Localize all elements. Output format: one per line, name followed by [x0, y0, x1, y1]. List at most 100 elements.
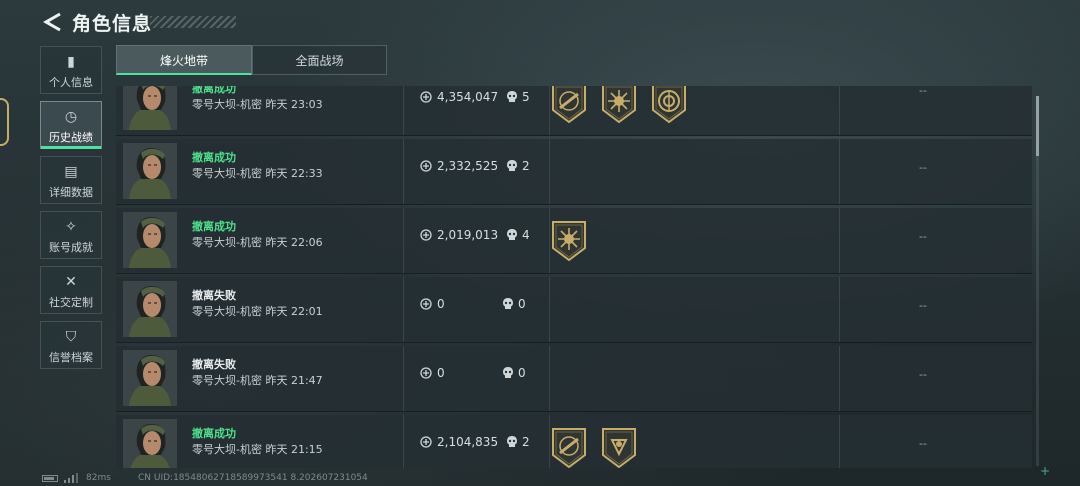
map-and-time: 零号大坝-机密 昨天 21:47: [192, 372, 323, 388]
side-accent-marker: [0, 98, 9, 146]
column-divider: [403, 277, 404, 342]
map-and-time: 零号大坝-机密 昨天 21:15: [192, 441, 323, 457]
asset-value: 2,019,013: [437, 228, 499, 242]
extraction-status: 撤离成功: [192, 220, 236, 233]
match-time: 昨天 22:06: [265, 236, 323, 249]
skull-icon: [507, 160, 517, 171]
kill-count: 0: [518, 366, 526, 380]
match-record-row[interactable]: 撤离成功 零号大坝-机密 昨天 22:33 2,332,525 2 --: [116, 139, 1032, 205]
map-and-time: 零号大坝-机密 昨天 22:01: [192, 303, 323, 319]
sun-badge-icon[interactable]: [600, 86, 638, 124]
extraction-status: 撤离失败: [192, 358, 236, 371]
page-title: 角色信息: [72, 13, 153, 35]
match-time: 昨天 22:33: [265, 167, 323, 180]
sidebar-item-2[interactable]: ▤ 详细数据: [40, 156, 102, 204]
achievement-icon: ✧: [65, 219, 77, 235]
shield-icon: ⛉: [65, 329, 77, 345]
back-arrow-icon[interactable]: [40, 11, 64, 33]
battery-icon: [42, 475, 58, 482]
tab-fenghuo[interactable]: 烽火地带: [116, 45, 252, 75]
asset-value-icon: [420, 160, 432, 172]
folder-icon: ▤: [64, 164, 78, 180]
bar-chart-icon: ▮: [67, 54, 75, 70]
match-time: 昨天 22:01: [265, 305, 323, 318]
operator-avatar: [123, 86, 177, 130]
map-and-time: 零号大坝-机密 昨天 23:03: [192, 96, 323, 112]
sidebar-item-label: 账号成就: [49, 241, 93, 254]
column-divider: [403, 139, 404, 204]
extraction-status: 撤离成功: [192, 151, 236, 164]
sidebar-item-label: 个人信息: [49, 76, 93, 89]
sidebar-item-4[interactable]: ✕ 社交定制: [40, 266, 102, 314]
column-divider: [839, 139, 840, 204]
asset-value: 2,104,835: [437, 435, 499, 449]
map-name: 零号大坝-机密: [192, 236, 262, 249]
map-name: 零号大坝-机密: [192, 443, 262, 456]
title-decoration: [150, 16, 236, 28]
column-divider: [549, 346, 550, 411]
sidebar-item-0[interactable]: ▮ 个人信息: [40, 46, 102, 94]
operator-avatar: [123, 419, 177, 468]
column-divider: [839, 415, 840, 468]
match-record-row[interactable]: 撤离失败 零号大坝-机密 昨天 21:47 0 0 --: [116, 346, 1032, 412]
column-divider: [839, 86, 840, 135]
column-divider: [403, 415, 404, 468]
map-name: 零号大坝-机密: [192, 374, 262, 387]
match-time: 昨天 21:15: [265, 443, 323, 456]
asset-value: 0: [437, 297, 445, 311]
asset-value-icon: [420, 91, 432, 103]
sidebar-item-3[interactable]: ✧ 账号成就: [40, 211, 102, 259]
operator-avatar: [123, 281, 177, 337]
tools-icon: ✕: [65, 274, 77, 290]
operator-avatar: [123, 143, 177, 199]
skull-icon: [503, 367, 513, 378]
rifle-badge-icon[interactable]: [550, 86, 588, 124]
scrollbar[interactable]: [1036, 96, 1039, 466]
crest-badge-icon[interactable]: [600, 427, 638, 468]
match-record-row[interactable]: 撤离成功 零号大坝-机密 昨天 22:06 2,019,013 4 --: [116, 208, 1032, 274]
operator-avatar: [123, 350, 177, 406]
header: 角色信息: [0, 0, 1080, 44]
sidebar-item-label: 历史战绩: [49, 131, 93, 144]
match-record-row[interactable]: 撤离成功 零号大坝-机密 昨天 21:15 2,104,835 2 --: [116, 415, 1032, 468]
sidebar: ▮ 个人信息 ◷ 历史战绩 ▤ 详细数据 ✧ 账号成就 ✕ 社交定制 ⛉ 信誉档案: [40, 46, 102, 376]
sidebar-item-5[interactable]: ⛉ 信誉档案: [40, 321, 102, 369]
extraction-status: 撤离成功: [192, 86, 236, 95]
kill-count: 2: [522, 159, 530, 173]
sidebar-item-1[interactable]: ◷ 历史战绩: [40, 101, 102, 149]
kill-count: 5: [522, 90, 530, 104]
signal-icon: [64, 473, 78, 483]
map-name: 零号大坝-机密: [192, 305, 262, 318]
skull-icon: [507, 436, 517, 447]
skull-icon: [507, 91, 517, 102]
map-name: 零号大坝-机密: [192, 98, 262, 111]
column-divider: [403, 346, 404, 411]
asset-value-icon: [420, 367, 432, 379]
kill-count: 0: [518, 297, 526, 311]
asset-value: 2,332,525: [437, 159, 499, 173]
match-time: 昨天 21:47: [265, 374, 323, 387]
rifle-badge-icon[interactable]: [550, 427, 588, 468]
map-and-time: 零号大坝-机密 昨天 22:06: [192, 234, 323, 250]
match-time: 昨天 23:03: [265, 98, 323, 111]
match-record-row[interactable]: 撤离失败 零号大坝-机密 昨天 22:01 0 0 --: [116, 277, 1032, 343]
compass-badge-icon[interactable]: [650, 86, 688, 124]
sidebar-item-label: 详细数据: [49, 186, 93, 199]
extraction-status: 撤离失败: [192, 289, 236, 302]
kill-count: 2: [522, 435, 530, 449]
match-history-list[interactable]: 撤离成功 零号大坝-机密 昨天 23:03 4,354,047 5 -- 撤离成功 零号大坝…: [116, 86, 1032, 468]
scrollbar-thumb[interactable]: [1036, 96, 1039, 156]
tab-full-battlefield[interactable]: 全面战场: [252, 45, 387, 75]
sidebar-item-label: 社交定制: [49, 296, 93, 309]
sun-badge-icon[interactable]: [550, 220, 588, 262]
asset-value-icon: [420, 298, 432, 310]
history-icon: ◷: [64, 109, 78, 125]
kill-count: 4: [522, 228, 530, 242]
skull-icon: [503, 298, 513, 309]
match-record-row[interactable]: 撤离成功 零号大坝-机密 昨天 23:03 4,354,047 5 --: [116, 86, 1032, 136]
extra-info: --: [919, 230, 927, 243]
extraction-status: 撤离成功: [192, 427, 236, 440]
asset-value-icon: [420, 229, 432, 241]
extra-info: --: [919, 161, 927, 174]
column-divider: [549, 139, 550, 204]
